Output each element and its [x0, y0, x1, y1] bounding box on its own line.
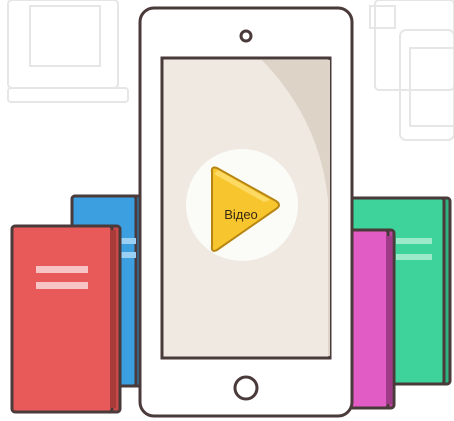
video-play-button[interactable]: Відео	[186, 149, 298, 261]
book-red	[10, 224, 122, 414]
play-button-label: Відео	[224, 207, 258, 222]
tablet-home-button	[233, 375, 259, 401]
illustration-canvas: Відео	[7, 0, 454, 418]
tablet-video-illustration: Відео	[0, 0, 454, 421]
